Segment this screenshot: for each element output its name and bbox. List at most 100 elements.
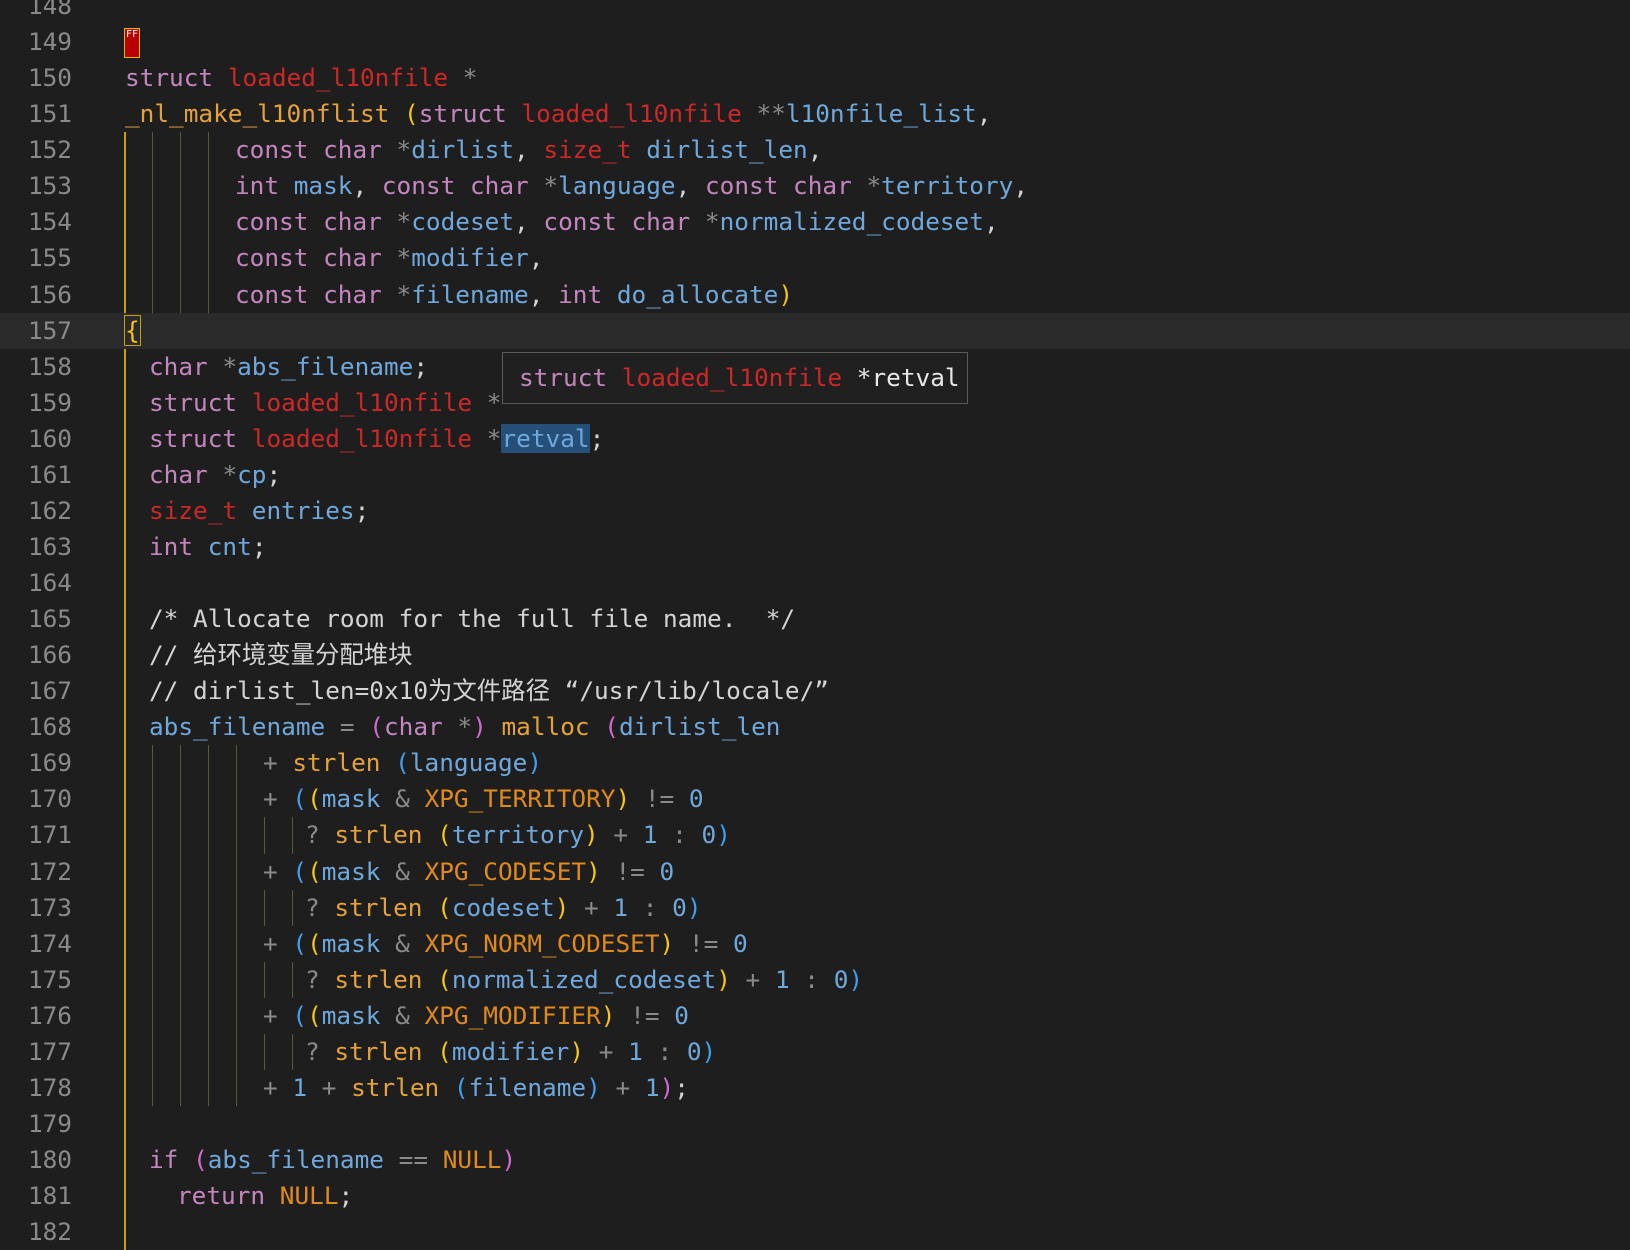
code-line[interactable]: 157 { [0,312,1630,349]
code-line[interactable]: 153 int mask, const char *language, const… [0,168,1630,205]
code-token: ( [369,712,384,742]
code-token: ) [527,748,543,778]
code-token: if [149,1145,194,1174]
code-token: ) [686,892,702,922]
indent-guide [208,132,209,169]
code-token: ) [569,1036,585,1066]
code-text: + 1 + strlen (filename) + 1); [263,1070,689,1106]
code-token: + [584,1036,629,1066]
line-number: 163 [27,531,72,561]
code-token: NULL [442,1145,502,1174]
code-line[interactable]: 161 char *cp; [0,456,1630,493]
code-line[interactable]: 169 + strlen (language) [0,745,1630,782]
code-line[interactable]: 175? strlen (normalized_codeset) + 1 : 0… [0,961,1630,998]
code-line[interactable]: 160 struct loaded_l10nfile *retval; [0,420,1630,457]
code-token: codeset [411,207,515,237]
code-token: 0 [701,820,717,850]
code-token: 1 [613,892,629,922]
indent-guide [180,925,181,962]
code-line[interactable]: 149 FF [0,24,1630,60]
code-text: char *cp; [149,457,281,493]
indent-guide [292,961,293,998]
code-token: retval [501,423,590,453]
indent-guide [208,276,209,313]
indent-guide [236,961,237,998]
code-token: const char [235,243,397,273]
indent-guide [208,781,209,818]
code-token: // dirlist_len=0x10为文件路径 “/usr/lib/local… [149,676,829,706]
code-token: ; [354,495,370,525]
code-line[interactable]: 179 [0,1105,1630,1142]
code-line[interactable]: 164 [0,565,1630,602]
code-token: const char [543,207,705,237]
code-line[interactable]: 167 // dirlist_len=0x10为文件路径 “/usr/lib/lo… [0,673,1630,710]
code-token: modifier [451,1036,570,1066]
indent-guide [208,745,209,782]
code-line[interactable]: 155 const char *modifier, [0,240,1630,277]
code-line[interactable]: 177? strlen (modifier) + 1 : 0) [0,1033,1630,1070]
code-line[interactable]: 176 + ((mask & XPG_MODIFIER) != 0 [0,997,1630,1034]
code-text: _nl_make_l10nflist (struct loaded_l10nfi… [125,96,991,132]
code-line[interactable]: 148 [0,0,1630,24]
code-token: * [448,63,478,93]
code-token: strlen [334,964,423,994]
code-token: ; [674,1072,689,1102]
indent-guide [236,1069,237,1106]
code-token: 0 [686,1036,702,1066]
code-line[interactable]: 178 + 1 + strlen (filename) + 1); [0,1069,1630,1106]
code-line[interactable]: 174 + ((mask & XPG_NORM_CODESET) != 0 [0,925,1630,962]
line-number: 175 [27,964,72,994]
code-token: territory [881,171,1014,201]
code-token: ; [251,531,267,561]
indent-guide [124,961,126,998]
code-line[interactable]: 168 abs_filename = (char *) malloc (dirli… [0,709,1630,746]
code-token: ( [395,748,410,778]
indent-guide [180,168,181,205]
code-token: char [383,712,458,742]
code-line[interactable]: 152 const char *dirlist, size_t dirlist_l… [0,132,1630,169]
code-line[interactable]: 150 struct loaded_l10nfile * [0,60,1630,96]
code-token: l10nfile_list [785,99,977,129]
indent-guide [124,420,126,457]
code-token: ; [266,459,282,489]
code-token: loaded_l10nfile [227,63,449,93]
indent-guide [208,204,209,241]
code-token: strlen [334,892,423,922]
code-token: != [630,784,689,814]
code-line[interactable]: 163 int cnt; [0,528,1630,565]
line-number: 164 [27,568,72,597]
indent-guide [236,889,237,926]
code-line[interactable]: 171? strlen (territory) + 1 : 0) [0,817,1630,854]
code-line[interactable]: 170 + ((mask & XPG_TERRITORY) != 0 [0,781,1630,818]
code-line[interactable]: 173? strlen (codeset) + 1 : 0) [0,889,1630,926]
code-line[interactable]: 182 [0,1214,1630,1250]
code-line[interactable]: 156 const char *filename, int do_allocate… [0,276,1630,313]
code-line[interactable]: 151 _nl_make_l10nflist (struct loaded_l10… [0,96,1630,132]
code-text: if (abs_filename == NULL) [149,1142,516,1178]
indent-guide [208,997,209,1034]
code-token: ; [589,423,605,453]
hover-tooltip: struct loaded_l10nfile *retval [502,352,968,404]
code-token: ; [413,351,429,381]
code-line[interactable]: 162 size_t entries; [0,492,1630,529]
code-line[interactable]: 180 if (abs_filename == NULL) [0,1142,1630,1179]
code-token: * [866,171,882,201]
code-token: + [263,748,293,778]
code-line[interactable]: 166 // 给环境变量分配堆块 [0,637,1630,674]
code-token: const char [235,135,397,165]
code-token: malloc [501,712,590,742]
indent-guide [124,997,126,1034]
code-token: : [628,892,673,922]
code-text: return NULL; [177,1178,353,1214]
code-editor[interactable]: 148 149 FF 150 struct loaded_l10nfile * 151 _n… [0,0,1630,1250]
code-line[interactable]: 165 /* Allocate room for the full file na… [0,601,1630,638]
indent-guide [236,1033,237,1070]
code-line[interactable]: 172 + ((mask & XPG_CODESET) != 0 [0,853,1630,890]
code-line[interactable]: 154 const char *codeset, const char *norm… [0,204,1630,241]
line-number: 149 [27,27,72,57]
code-line[interactable]: 181 return NULL; [0,1178,1630,1215]
code-text: { [124,313,141,349]
line-number: 178 [27,1072,72,1102]
code-token: normalized_codeset [451,964,717,994]
